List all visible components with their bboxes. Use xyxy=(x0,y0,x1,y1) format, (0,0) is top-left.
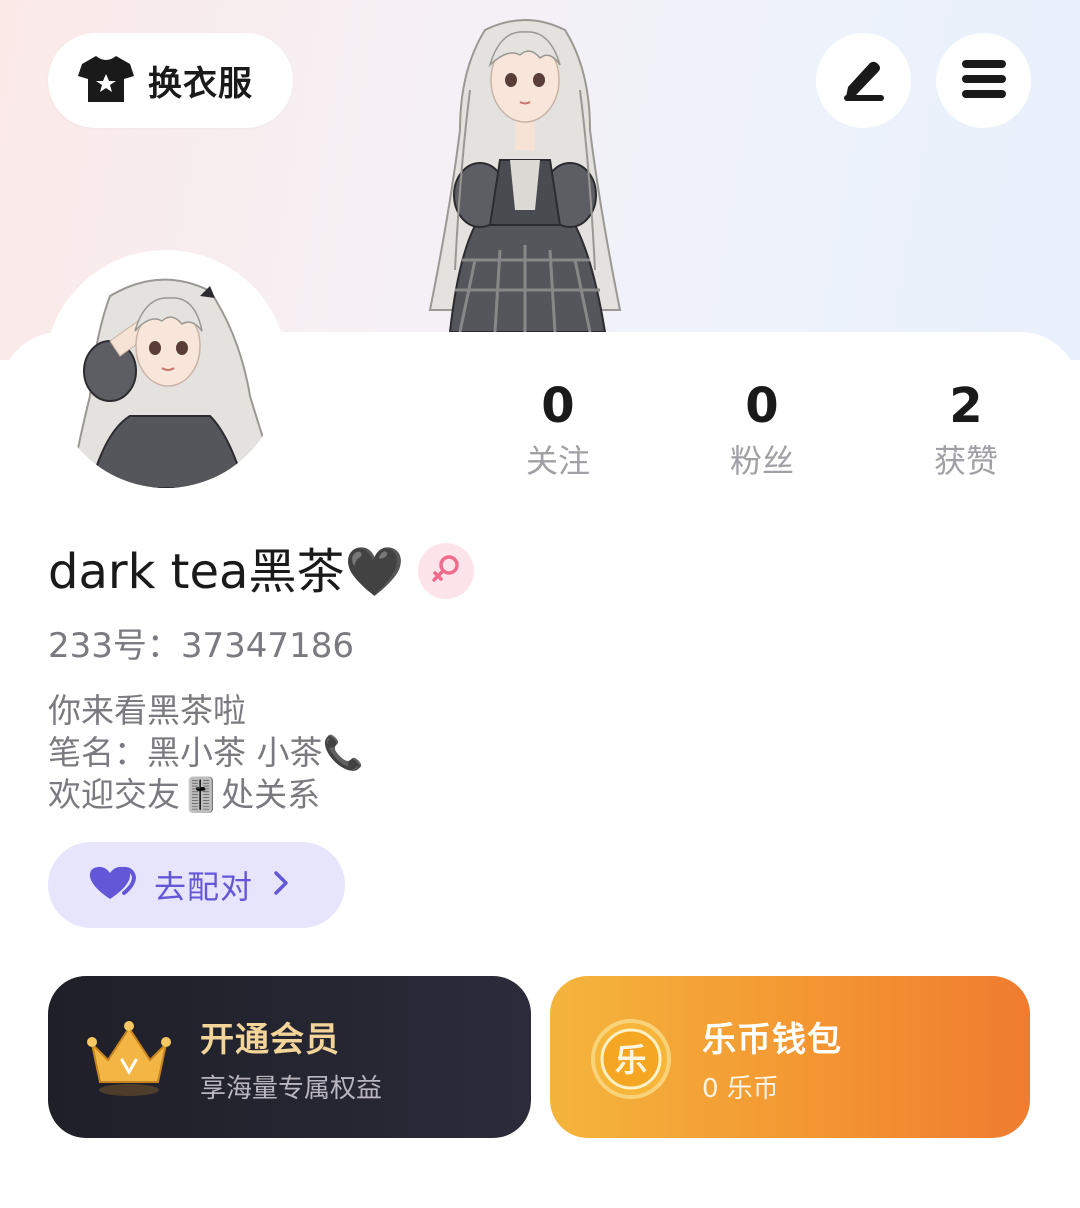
wallet-card-title: 乐币钱包 xyxy=(702,1020,842,1060)
followers-count: 0 xyxy=(745,378,779,434)
bio-line: 欢迎交友🎚️处关系 xyxy=(48,775,321,814)
tshirt-icon xyxy=(78,54,134,108)
avatar[interactable] xyxy=(50,256,282,488)
likes-label: 获赞 xyxy=(933,442,998,480)
menu-icon xyxy=(960,58,1008,104)
coin-icon: 乐 xyxy=(588,1016,674,1102)
menu-button[interactable] xyxy=(936,33,1031,128)
user-id-label: 233号： xyxy=(48,626,181,666)
bio-line: 你来看黑茶啦 xyxy=(48,691,246,730)
following-count: 0 xyxy=(541,378,575,434)
avatar-figure[interactable] xyxy=(400,10,650,333)
gender-badge xyxy=(418,543,474,599)
change-outfit-button[interactable]: 换衣服 xyxy=(48,33,293,128)
bio-line: 笔名：黑小茶 小茶📞 xyxy=(48,733,364,772)
followers-label: 粉丝 xyxy=(729,442,794,480)
likes-count: 2 xyxy=(949,378,983,434)
change-outfit-label: 换衣服 xyxy=(148,64,253,104)
profile-page: 换衣服 0 关注 0 粉丝 2 获赞 dark tea黑茶🖤 233号：3734… xyxy=(0,0,1080,1208)
match-button[interactable]: 去配对 xyxy=(48,842,345,928)
username: dark tea黑茶🖤 xyxy=(48,544,405,600)
user-id: 233号：37347186 xyxy=(48,622,354,670)
female-icon xyxy=(429,552,463,590)
wallet-card[interactable]: 乐 乐币钱包 0 乐币 xyxy=(550,976,1030,1138)
vip-membership-card[interactable]: 开通会员 享海量专属权益 xyxy=(48,976,531,1138)
crown-icon xyxy=(86,1016,172,1102)
stat-followers[interactable]: 0 粉丝 xyxy=(692,376,832,486)
stat-likes[interactable]: 2 获赞 xyxy=(896,376,1036,486)
pencil-icon xyxy=(840,55,888,107)
heart-icon xyxy=(88,865,137,905)
coin-glyph: 乐 xyxy=(615,1041,647,1079)
stat-following[interactable]: 0 关注 xyxy=(488,376,628,486)
chevron-right-icon xyxy=(271,868,291,902)
vip-card-subtitle: 享海量专属权益 xyxy=(200,1074,383,1104)
vip-card-title: 开通会员 xyxy=(200,1020,340,1060)
wallet-card-subtitle: 0 乐币 xyxy=(702,1074,779,1104)
following-label: 关注 xyxy=(525,442,590,480)
user-id-value: 37347186 xyxy=(180,626,354,666)
match-button-label: 去配对 xyxy=(154,868,254,906)
bio: 你来看黑茶啦 笔名：黑小茶 小茶📞 欢迎交友🎚️处关系 xyxy=(48,690,364,816)
edit-profile-button[interactable] xyxy=(816,33,911,128)
